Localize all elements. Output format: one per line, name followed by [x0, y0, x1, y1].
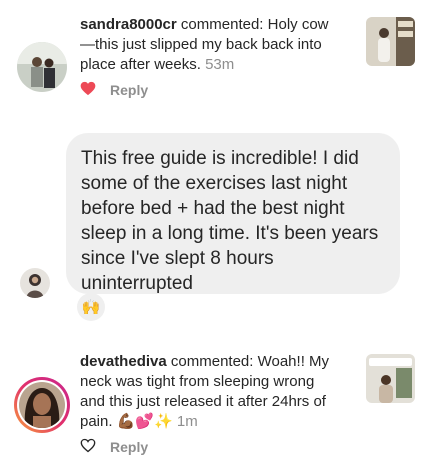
post-thumbnail[interactable] [366, 17, 415, 66]
commenter-avatar[interactable] [17, 42, 67, 92]
reply-button[interactable]: Reply [110, 439, 148, 455]
comment-text: devathediva commented: Woah!! My neck wa… [80, 353, 330, 430]
sender-avatar[interactable] [20, 268, 50, 298]
raising-hands-icon: 🙌 [81, 299, 101, 316]
comment-actions: Reply [80, 438, 148, 456]
reaction-badge[interactable]: 🙌 [77, 293, 105, 321]
comment-actions: Reply [80, 81, 148, 99]
comment-timestamp: 1m [176, 413, 198, 430]
commenter-avatar-story-ring[interactable] [14, 377, 70, 433]
post-thumbnail[interactable] [366, 354, 415, 403]
message-bubble: This free guide is incredible! I did som… [66, 133, 400, 294]
comment-username[interactable]: devathediva [80, 353, 167, 370]
message-text: This free guide is incredible! I did som… [81, 148, 379, 294]
comment-emojis: 💪🏾💕✨ [116, 413, 173, 430]
comment-text: sandra8000cr commented: Holy cow —this j… [80, 16, 329, 73]
heart-icon[interactable] [80, 81, 96, 99]
comment-timestamp: 53m [205, 56, 235, 73]
commenter-avatar [19, 382, 65, 428]
reply-button[interactable]: Reply [110, 82, 148, 98]
heart-outline-icon[interactable] [80, 438, 96, 456]
comment-username[interactable]: sandra8000cr [80, 16, 177, 33]
